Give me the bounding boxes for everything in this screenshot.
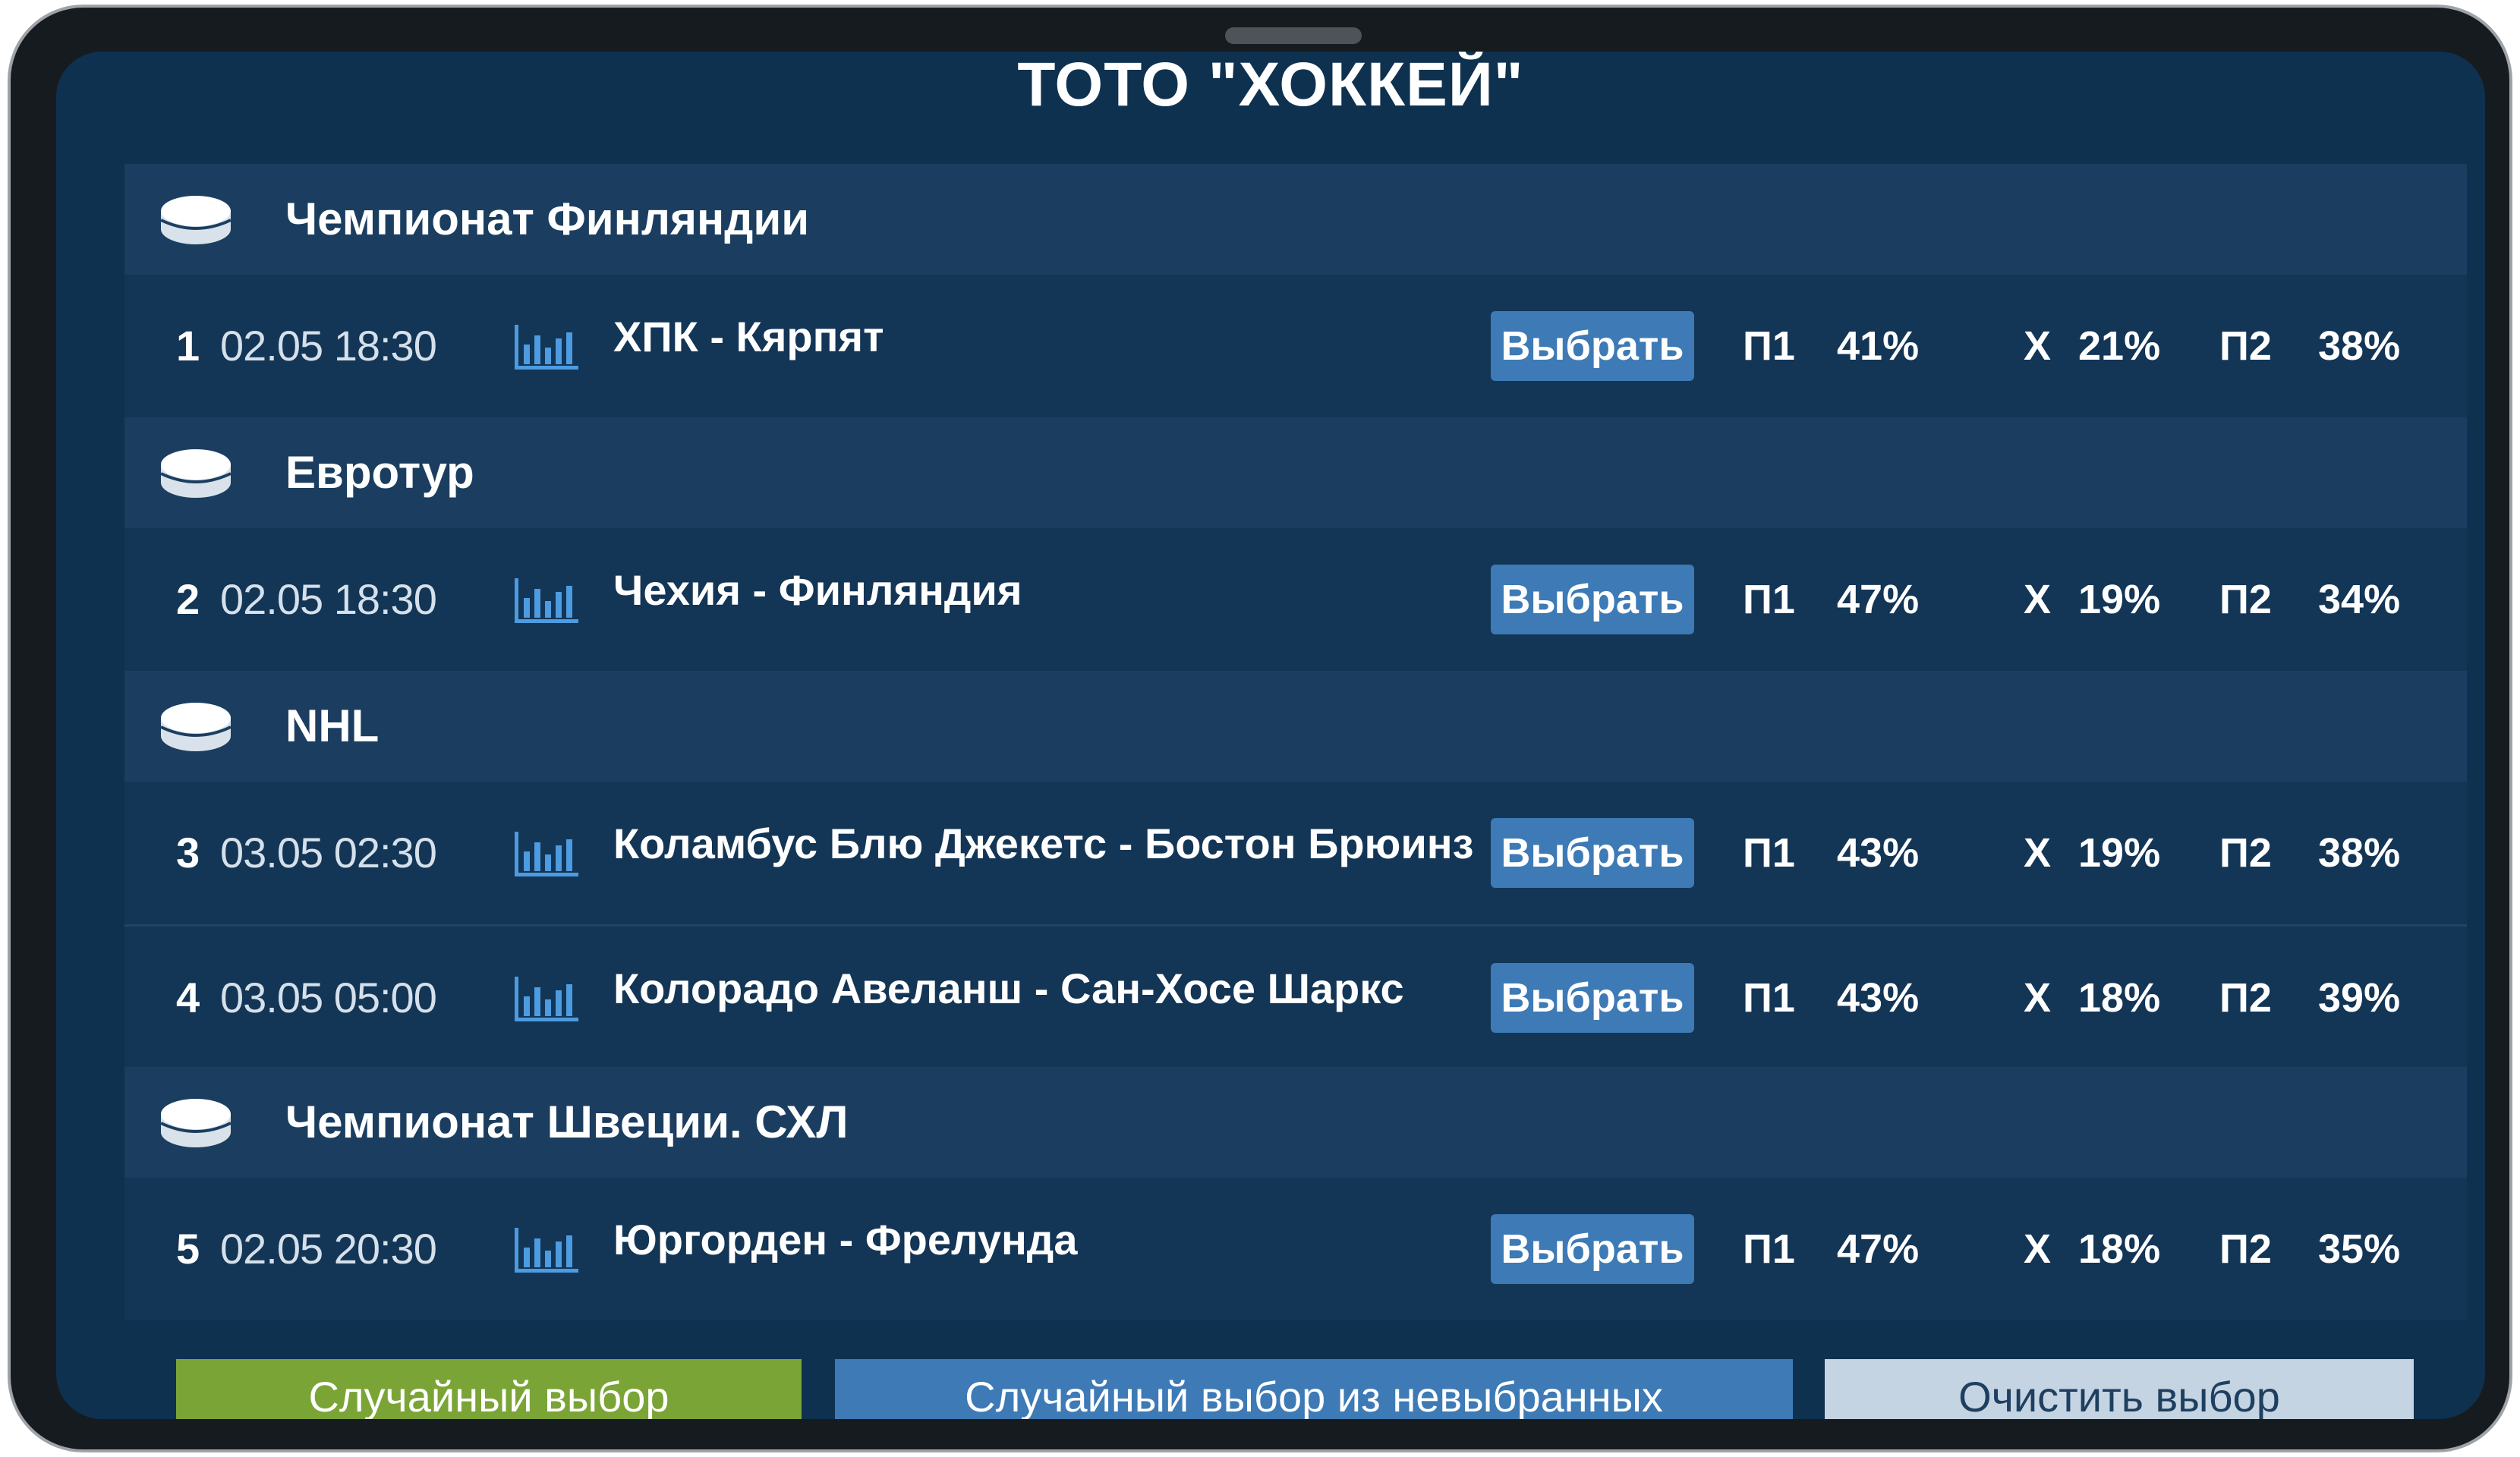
- x-label: Х: [2024, 1226, 2052, 1272]
- hockey-puck-icon: [160, 703, 232, 751]
- p2-label: П2: [2219, 323, 2272, 369]
- p1-value: 43%: [1837, 830, 1920, 876]
- random-choice-button[interactable]: Случайный выбор: [176, 1359, 802, 1419]
- league-header: Евротур: [124, 417, 2467, 528]
- x-label: Х: [2024, 975, 2052, 1021]
- select-button[interactable]: Выбрать: [1491, 818, 1694, 888]
- x-value: 19%: [2078, 830, 2161, 876]
- p1-label: П1: [1743, 1226, 1795, 1272]
- match-teams: Коламбус Блю Джекетс - Бостон Брюинз: [613, 820, 1474, 867]
- match-list: Чемпионат Финляндии 1 02.05 18:30 ХПК - …: [124, 164, 2467, 1320]
- league-name: Чемпионат Финляндии: [285, 194, 810, 244]
- select-button[interactable]: Выбрать: [1491, 963, 1694, 1033]
- page-title: ТОТО "ХОККЕЙ": [1017, 52, 1524, 119]
- league-header: NHL: [124, 671, 2467, 782]
- x-value: 18%: [2078, 975, 2161, 1021]
- match-datetime: 02.05 18:30: [220, 322, 437, 370]
- x-value: 21%: [2078, 323, 2161, 369]
- select-button[interactable]: Выбрать: [1491, 565, 1694, 634]
- match-row: 2 02.05 18:30 Чехия - Финляндия Выбрать …: [124, 528, 2467, 671]
- select-button[interactable]: Выбрать: [1491, 1214, 1694, 1284]
- match-number: 4: [176, 974, 200, 1021]
- match-row: 4 03.05 05:00 Колорадо Авеланш - Сан-Хос…: [124, 924, 2467, 1067]
- match-row: 5 02.05 20:30 Юргорден - Фрелунда Выбрат…: [124, 1178, 2467, 1320]
- p1-label: П1: [1743, 323, 1795, 369]
- match-datetime: 02.05 20:30: [220, 1225, 437, 1273]
- league-header: Чемпионат Финляндии: [124, 164, 2467, 275]
- p2-value: 39%: [2318, 975, 2401, 1021]
- match-row: 1 02.05 18:30 ХПК - Кярпят Выбрать П1 41…: [124, 275, 2467, 417]
- p1-label: П1: [1743, 830, 1795, 876]
- bar-chart-icon[interactable]: [513, 1228, 580, 1275]
- match-number: 3: [176, 829, 200, 876]
- match-number: 2: [176, 575, 200, 623]
- toto-screen: ТОТО "ХОККЕЙ" Чемпионат Финляндии 1 02.0…: [56, 52, 2485, 1419]
- bar-chart-icon[interactable]: [513, 977, 580, 1024]
- p1-value: 47%: [1837, 1226, 1920, 1272]
- league-name: NHL: [285, 700, 380, 751]
- bar-chart-icon[interactable]: [513, 325, 580, 372]
- x-value: 19%: [2078, 577, 2161, 622]
- x-label: Х: [2024, 323, 2052, 369]
- p2-label: П2: [2219, 830, 2272, 876]
- x-label: Х: [2024, 830, 2052, 876]
- clear-selection-button[interactable]: Очистить выбор: [1825, 1359, 2414, 1419]
- league-name: Евротур: [285, 447, 474, 498]
- p2-value: 34%: [2318, 577, 2401, 622]
- x-value: 18%: [2078, 1226, 2161, 1272]
- p1-value: 43%: [1837, 975, 1920, 1021]
- bar-chart-icon[interactable]: [513, 578, 580, 625]
- p1-value: 41%: [1837, 323, 1920, 369]
- device-notch: [1225, 27, 1362, 44]
- select-button[interactable]: Выбрать: [1491, 311, 1694, 381]
- match-number: 1: [176, 322, 200, 370]
- p2-value: 35%: [2318, 1226, 2401, 1272]
- match-datetime: 03.05 02:30: [220, 829, 437, 876]
- p2-value: 38%: [2318, 323, 2401, 369]
- p2-value: 38%: [2318, 830, 2401, 876]
- match-teams: Колорадо Авеланш - Сан-Хосе Шаркс: [613, 965, 1404, 1012]
- p1-label: П1: [1743, 975, 1795, 1021]
- p1-value: 47%: [1837, 577, 1920, 622]
- p1-label: П1: [1743, 577, 1795, 622]
- match-datetime: 02.05 18:30: [220, 575, 437, 623]
- match-number: 5: [176, 1225, 200, 1273]
- league-name: Чемпионат Швеции. СХЛ: [285, 1097, 849, 1147]
- action-buttons: Случайный выбор Случайный выбор из невыб…: [56, 1359, 2485, 1419]
- random-unselected-button[interactable]: Случайный выбор из невыбранных: [835, 1359, 1793, 1419]
- match-teams: Юргорден - Фрелунда: [613, 1216, 1078, 1263]
- match-teams: Чехия - Финляндия: [613, 566, 1022, 614]
- bar-chart-icon[interactable]: [513, 832, 580, 879]
- x-label: Х: [2024, 577, 2052, 622]
- hockey-puck-icon: [160, 1099, 232, 1147]
- tablet-frame: ТОТО "ХОККЕЙ" Чемпионат Финляндии 1 02.0…: [8, 5, 2512, 1452]
- p2-label: П2: [2219, 975, 2272, 1021]
- match-datetime: 03.05 05:00: [220, 974, 437, 1021]
- league-header: Чемпионат Швеции. СХЛ: [124, 1067, 2467, 1178]
- p2-label: П2: [2219, 1226, 2272, 1272]
- hockey-puck-icon: [160, 449, 232, 498]
- hockey-puck-icon: [160, 196, 232, 244]
- match-teams: ХПК - Кярпят: [613, 313, 884, 360]
- p2-label: П2: [2219, 577, 2272, 622]
- match-row: 3 03.05 02:30 Коламбус Блю Джекетс - Бос…: [124, 782, 2467, 924]
